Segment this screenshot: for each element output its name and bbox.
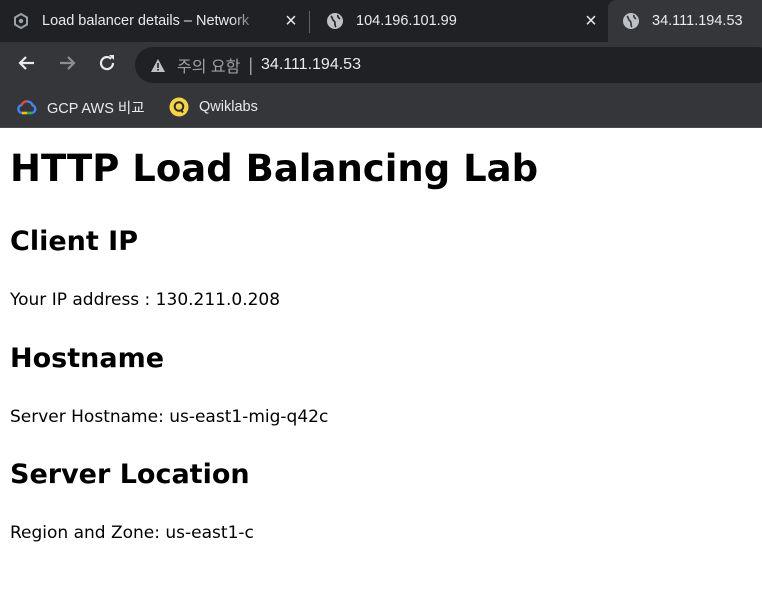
close-tab-icon[interactable]: ×: [582, 11, 600, 31]
server-location-heading: Server Location: [10, 459, 250, 490]
security-status-label[interactable]: 주의 요함: [177, 53, 240, 77]
google-cloud-icon: [17, 97, 37, 117]
tab-title: 34.111.194.53: [652, 13, 743, 29]
tab-load-balancer-details[interactable]: Load balancer details – Network ×: [12, 0, 308, 42]
client-ip-heading: Client IP: [10, 226, 138, 257]
address-bar[interactable]: 주의 요함 | 34.111.194.53: [135, 47, 762, 83]
bookmark-gcp-aws[interactable]: GCP AWS 비교: [17, 95, 145, 119]
reload-icon[interactable]: [94, 52, 120, 78]
bookmark-label: GCP AWS 비교: [47, 100, 145, 117]
back-arrow-icon[interactable]: [14, 52, 40, 78]
warning-triangle-icon[interactable]: [149, 56, 167, 74]
browser-toolbar: 주의 요함 | 34.111.194.53: [0, 42, 762, 88]
page-content: HTTP Load Balancing Lab Client IP Your I…: [0, 128, 762, 603]
tab-title: 104.196.101.99: [356, 13, 457, 29]
tab-separator: [309, 11, 310, 33]
client-ip-text: Your IP address : 130.211.0.208: [10, 290, 281, 310]
qwiklabs-icon: [169, 97, 189, 117]
bookmarks-bar: GCP AWS 비교 Qwiklabs: [0, 88, 762, 128]
tab-strip: Load balancer details – Network × 104.19…: [0, 0, 762, 42]
server-location-text: Region and Zone: us-east1-c: [10, 523, 254, 543]
url-text[interactable]: 34.111.194.53: [261, 56, 361, 74]
page-title: HTTP Load Balancing Lab: [10, 147, 539, 190]
hostname-heading: Hostname: [10, 343, 165, 374]
globe-icon: [326, 12, 344, 30]
tab-title: Load balancer details – Network: [42, 13, 250, 29]
omnibox-separator: |: [248, 54, 254, 75]
tab-104-196-101-99[interactable]: 104.196.101.99 ×: [312, 0, 608, 42]
hostname-text: Server Hostname: us-east1-mig-q42c: [10, 407, 329, 427]
bookmark-qwiklabs[interactable]: Qwiklabs: [169, 95, 258, 119]
close-tab-icon[interactable]: ×: [282, 11, 300, 31]
gcp-hexagon-icon: [12, 12, 30, 30]
forward-arrow-icon[interactable]: [54, 52, 80, 78]
bookmark-label: Qwiklabs: [199, 99, 258, 115]
tab-34-111-194-53[interactable]: 34.111.194.53: [608, 0, 762, 42]
globe-icon: [622, 12, 640, 30]
